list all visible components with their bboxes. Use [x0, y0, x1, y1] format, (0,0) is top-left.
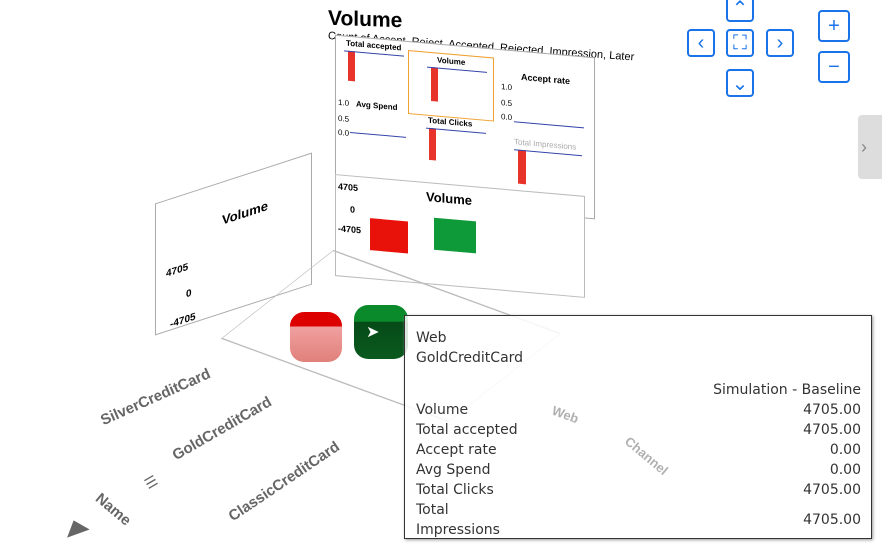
tick: -4705 — [338, 223, 362, 236]
row-value: 4705.00 — [803, 512, 861, 528]
mini-bar — [348, 50, 355, 82]
bar-green[interactable] — [434, 217, 476, 254]
axis-label-gold: GoldCreditCard — [169, 393, 275, 464]
tick: -4705 — [170, 311, 196, 331]
mini-title: Accept rate — [521, 71, 571, 87]
row-label: Accept rate — [416, 442, 497, 458]
row-label-line: Total — [416, 502, 449, 518]
fit-button[interactable]: ⛶ — [726, 29, 754, 57]
cursor-icon: ➤ — [366, 324, 380, 341]
pan-left-button[interactable]: ‹ — [687, 29, 715, 57]
tick: 1.0 — [501, 82, 513, 93]
zoom-out-button[interactable]: − — [818, 51, 850, 83]
axis-label-silver: SilverCreditCard — [98, 365, 214, 429]
tooltip-row: Avg Spend 0.00 — [416, 460, 861, 480]
name-axis-arrow-icon[interactable] — [62, 516, 90, 538]
tooltip-row: Total Clicks 4705.00 — [416, 480, 861, 500]
tooltip: Web GoldCreditCard Simulation - Baseline… — [404, 315, 872, 539]
zoom-in-button[interactable]: + — [818, 10, 850, 42]
row-label: Total Clicks — [416, 482, 494, 498]
row-label: Avg Spend — [416, 462, 491, 478]
pan-up-button[interactable]: ⌃ — [726, 0, 754, 22]
tick: 0.5 — [338, 113, 350, 124]
cylinder-green[interactable] — [354, 305, 408, 359]
volume-panel-title: Volume — [426, 189, 472, 209]
row-value: 0.00 — [829, 462, 861, 478]
tick: 4705 — [338, 181, 359, 194]
tick: 0.5 — [501, 98, 513, 109]
mini-bar — [431, 67, 438, 102]
main-chart-title: Volume — [328, 6, 403, 33]
tooltip-row: Volume 4705.00 — [416, 400, 861, 420]
tick: 0.0 — [501, 112, 513, 123]
row-value: 4705.00 — [803, 422, 861, 438]
row-label: Total accepted — [416, 422, 518, 438]
pan-right-button[interactable]: › — [766, 29, 794, 57]
tooltip-row: Total accepted 4705.00 — [416, 420, 861, 440]
tick: 0.0 — [338, 127, 350, 138]
tooltip-row: Total Impressions 4705.00 — [416, 500, 861, 540]
side-chart-title: Volume — [222, 197, 268, 228]
row-label: Volume — [416, 402, 469, 418]
mini-line — [514, 121, 584, 129]
mini-volume-selected[interactable]: Volume — [408, 50, 494, 122]
axis-title-name: Name — [92, 489, 135, 530]
pan-down-button[interactable]: ⌄ — [726, 69, 754, 97]
side-panel-toggle[interactable]: › — [858, 115, 882, 179]
tooltip-column-header: Simulation - Baseline — [713, 382, 861, 398]
row-value: 4705.00 — [803, 482, 861, 498]
axis-label-classic: ClassicCreditCard — [225, 438, 343, 525]
bar-red[interactable] — [370, 218, 408, 254]
tick: 4705 — [166, 261, 189, 280]
tick: 0 — [350, 204, 356, 215]
tooltip-name: GoldCreditCard — [416, 350, 524, 366]
row-label-line: Impressions — [416, 522, 500, 538]
mini-line — [350, 131, 406, 138]
mini-title: Volume — [437, 55, 466, 68]
row-label: Total Impressions — [416, 500, 500, 540]
tooltip-channel: Web — [416, 330, 447, 346]
sort-icon[interactable]: ☰ — [142, 472, 161, 493]
row-value: 4705.00 — [803, 402, 861, 418]
mini-bar — [518, 149, 526, 185]
tick: 1.0 — [338, 97, 350, 108]
row-value: 0.00 — [829, 442, 861, 458]
tick: 0 — [186, 287, 192, 301]
mini-title: Avg Spend — [356, 99, 398, 113]
mini-bar — [429, 127, 436, 161]
cylinder-red[interactable] — [290, 312, 342, 362]
